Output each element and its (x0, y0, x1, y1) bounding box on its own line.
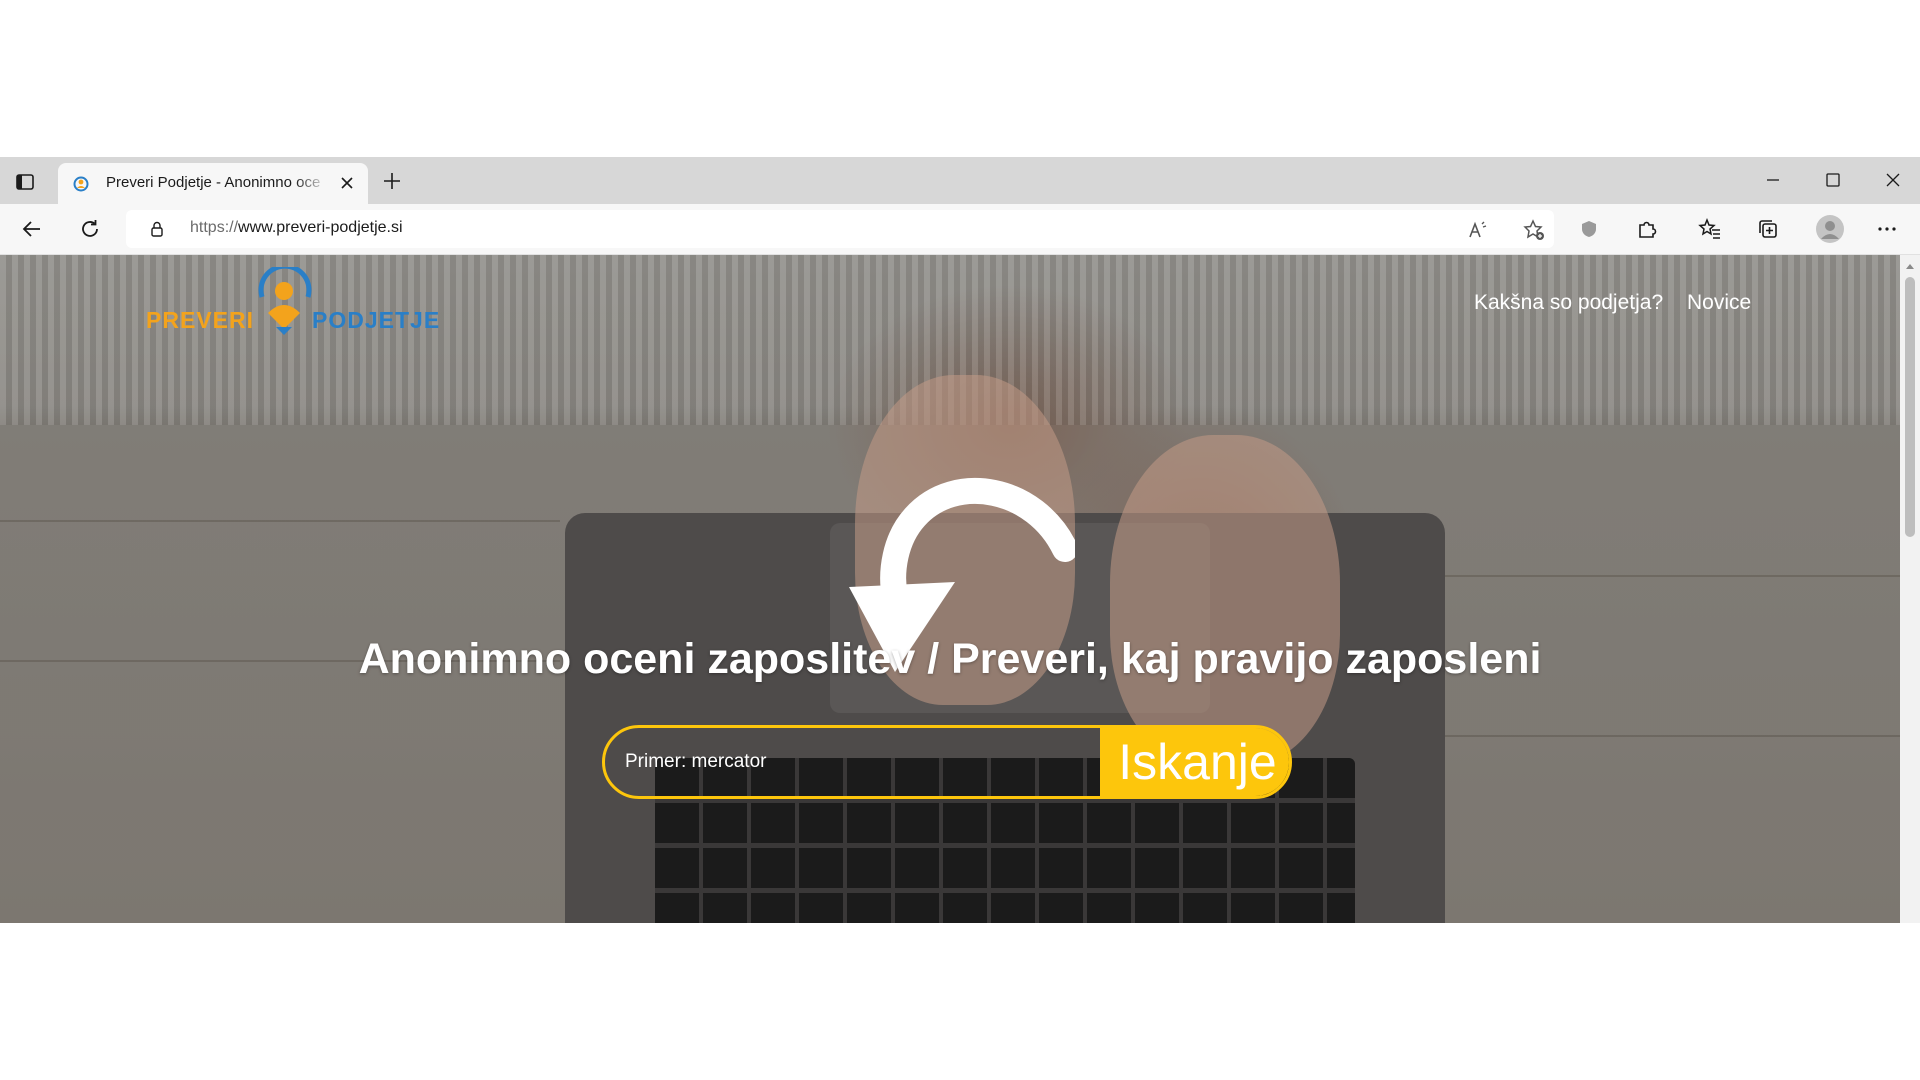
shield-icon[interactable] (1577, 217, 1601, 241)
search-input[interactable] (605, 728, 1105, 796)
page-scrollbar[interactable] (1900, 255, 1920, 923)
url-host: www.preveri-podjetje.si (238, 219, 403, 236)
refresh-icon[interactable] (78, 217, 102, 241)
logo-word-podjetje: PODJETJE (312, 307, 441, 333)
hero-hand-right (1110, 435, 1340, 765)
tab-strip: Preveri Podjetje - Anonimno oce (0, 157, 1920, 204)
hero-headline: Anonimno oceni zaposlitev / Preveri, kaj… (358, 635, 1542, 683)
browser-toolbar: https://www.preveri-podjetje.si (0, 204, 1920, 255)
back-arrow-icon[interactable] (20, 217, 44, 241)
close-window-icon[interactable] (1882, 169, 1904, 191)
collections-icon[interactable] (1756, 217, 1780, 241)
site-logo[interactable]: PREVERI PODJETJE (146, 267, 446, 347)
search-bar: Iskanje (602, 725, 1292, 799)
logo-pin-icon (258, 267, 312, 335)
nav-link-companies[interactable]: Kakšna so podjetja? (1474, 291, 1663, 315)
more-icon[interactable] (1875, 217, 1899, 241)
tab-title: Preveri Podjetje - Anonimno oce (106, 174, 321, 191)
add-favorite-icon[interactable] (1522, 218, 1546, 242)
search-button[interactable]: Iskanje (1100, 728, 1289, 796)
puzzle-icon[interactable] (1635, 217, 1659, 241)
logo-word-preveri: PREVERI (146, 307, 254, 333)
url-text[interactable]: https://www.preveri-podjetje.si (190, 219, 403, 237)
floor-line (0, 520, 560, 522)
address-bar[interactable]: https://www.preveri-podjetje.si (126, 210, 1554, 248)
scroll-up-icon[interactable] (1905, 259, 1915, 269)
browser-window: Preveri Podjetje - Anonimno oce https://… (0, 157, 1920, 923)
url-protocol: https:// (190, 219, 239, 236)
floor-line (1440, 735, 1900, 737)
tab-actions-icon[interactable] (14, 171, 36, 193)
browser-tab[interactable]: Preveri Podjetje - Anonimno oce (58, 163, 368, 204)
lock-icon[interactable] (148, 220, 166, 238)
page-viewport: PREVERI PODJETJE Kakšna so podjetja? Nov… (0, 255, 1920, 923)
floor-line (1440, 575, 1900, 577)
site-favicon (72, 175, 90, 193)
minimize-icon[interactable] (1762, 169, 1784, 191)
avatar-icon[interactable] (1815, 214, 1845, 244)
nav-link-news[interactable]: Novice (1687, 291, 1751, 315)
read-aloud-icon[interactable] (1466, 218, 1490, 242)
scrollbar-thumb[interactable] (1905, 277, 1915, 537)
favorites-icon[interactable] (1698, 217, 1722, 241)
maximize-icon[interactable] (1822, 169, 1844, 191)
new-tab-icon[interactable] (380, 169, 404, 193)
close-tab-icon[interactable] (338, 174, 356, 192)
